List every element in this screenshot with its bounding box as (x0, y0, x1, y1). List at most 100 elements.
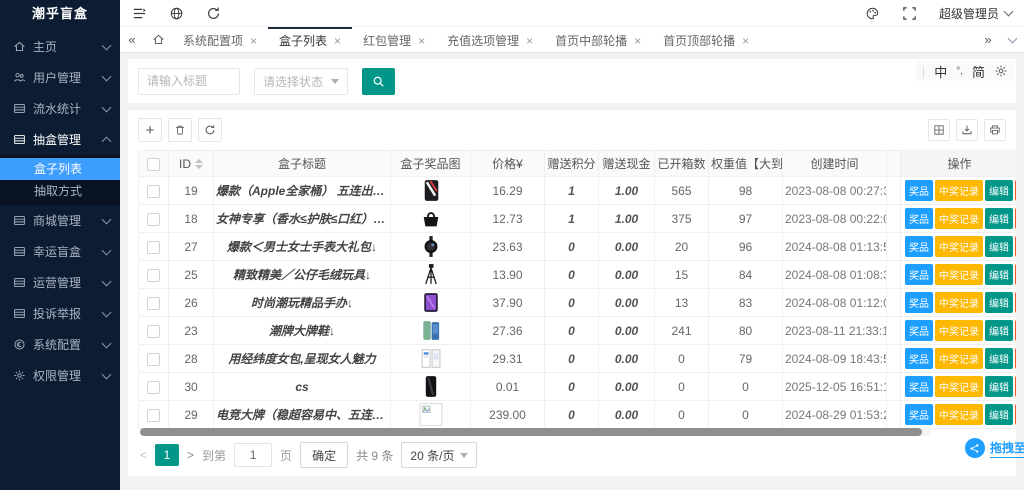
close-icon[interactable]: × (418, 35, 425, 47)
filter-columns-button[interactable] (928, 119, 950, 141)
edit-button[interactable]: 编辑 (985, 292, 1013, 313)
sidebar-item-6[interactable]: 运营管理 (0, 267, 120, 298)
admin-dropdown[interactable]: 超级管理员 (939, 5, 1012, 22)
sidebar-item-5[interactable]: 幸运盲盒 (0, 236, 120, 267)
tab-0[interactable]: 系统配置项× (172, 27, 268, 52)
current-page-button[interactable]: 1 (155, 444, 179, 466)
delete-button[interactable]: 删除 (1015, 208, 1016, 229)
lang-zh-toggle[interactable]: 中 (934, 62, 947, 81)
win-record-button[interactable]: 中奖记录 (935, 376, 983, 397)
delete-button[interactable]: 删除 (1015, 376, 1016, 397)
edit-button[interactable]: 编辑 (985, 236, 1013, 257)
prize-button[interactable]: 奖品 (905, 320, 933, 341)
home-tab[interactable] (144, 27, 172, 52)
horizontal-scrollbar[interactable] (140, 428, 930, 436)
collapse-menu-icon[interactable] (132, 6, 147, 21)
goto-page-input[interactable] (234, 443, 272, 467)
edit-button[interactable]: 编辑 (985, 320, 1013, 341)
prize-button[interactable]: 奖品 (905, 236, 933, 257)
status-select[interactable]: 请选择状态 (254, 68, 348, 95)
tab-2[interactable]: 红包管理× (352, 27, 436, 52)
prize-button[interactable]: 奖品 (905, 376, 933, 397)
win-record-button[interactable]: 中奖记录 (935, 208, 983, 229)
delete-button[interactable]: 删除 (1015, 320, 1016, 341)
reload-button[interactable] (198, 118, 222, 142)
delete-button[interactable] (168, 118, 192, 142)
tab-3[interactable]: 充值选项管理× (436, 27, 544, 52)
refresh-icon[interactable] (206, 6, 221, 21)
sidebar-item-8[interactable]: 系统配置 (0, 329, 120, 360)
row-checkbox[interactable] (147, 297, 160, 310)
theme-palette-icon[interactable] (865, 6, 880, 21)
edit-button[interactable]: 编辑 (985, 376, 1013, 397)
prize-button[interactable]: 奖品 (905, 208, 933, 229)
fullscreen-icon[interactable] (902, 6, 917, 21)
win-record-button[interactable]: 中奖记录 (935, 180, 983, 201)
close-icon[interactable]: × (742, 35, 749, 47)
sidebar-item-0[interactable]: 主页 (0, 31, 120, 62)
edit-button[interactable]: 编辑 (985, 208, 1013, 229)
prize-button[interactable]: 奖品 (905, 180, 933, 201)
sidebar-item-2[interactable]: 流水统计 (0, 93, 120, 124)
tabs-scroll-right[interactable]: » (976, 27, 1000, 52)
scrollbar-thumb[interactable] (140, 428, 922, 436)
next-page-button[interactable]: > (187, 448, 194, 462)
title-search-input[interactable] (138, 68, 240, 95)
win-record-button[interactable]: 中奖记录 (935, 236, 983, 257)
print-button[interactable] (984, 119, 1006, 141)
close-icon[interactable]: × (526, 35, 533, 47)
delete-button[interactable]: 删除 (1015, 348, 1016, 369)
win-record-button[interactable]: 中奖记录 (935, 320, 983, 341)
close-icon[interactable]: × (250, 35, 257, 47)
win-record-button[interactable]: 中奖记录 (935, 404, 983, 425)
row-checkbox[interactable] (147, 353, 160, 366)
delete-button[interactable]: 删除 (1015, 404, 1016, 425)
tab-1[interactable]: 盒子列表× (268, 27, 352, 52)
select-all-checkbox[interactable] (147, 158, 160, 171)
add-button[interactable]: + (138, 118, 162, 142)
sidebar-item-7[interactable]: 投诉举报 (0, 298, 120, 329)
export-button[interactable] (956, 119, 978, 141)
delete-button[interactable]: 删除 (1015, 236, 1016, 257)
page-size-select[interactable]: 20 条/页 (401, 442, 477, 468)
edit-button[interactable]: 编辑 (985, 404, 1013, 425)
sidebar-item-4[interactable]: 商城管理 (0, 205, 120, 236)
delete-button[interactable]: 删除 (1015, 292, 1016, 313)
row-checkbox[interactable] (147, 269, 160, 282)
delete-button[interactable]: 删除 (1015, 180, 1016, 201)
row-checkbox[interactable] (147, 381, 160, 394)
globe-icon[interactable] (169, 6, 184, 21)
tabs-menu-caret[interactable] (1000, 27, 1024, 52)
prev-page-button[interactable]: < (140, 448, 147, 462)
goto-confirm-button[interactable]: 确定 (300, 442, 348, 468)
close-icon[interactable]: × (634, 35, 641, 47)
row-checkbox[interactable] (147, 325, 160, 338)
edit-button[interactable]: 编辑 (985, 348, 1013, 369)
tabs-scroll-left[interactable]: « (120, 27, 144, 52)
delete-button[interactable]: 删除 (1015, 264, 1016, 285)
sidebar-item-3[interactable]: 抽盒管理 (0, 124, 120, 155)
close-icon[interactable]: × (334, 35, 341, 47)
prize-button[interactable]: 奖品 (905, 348, 933, 369)
sort-icon[interactable] (195, 159, 203, 169)
row-checkbox[interactable] (147, 241, 160, 254)
lang-tone-toggle[interactable]: °, (956, 66, 963, 77)
prize-button[interactable]: 奖品 (905, 292, 933, 313)
row-checkbox[interactable] (147, 185, 160, 198)
win-record-button[interactable]: 中奖记录 (935, 348, 983, 369)
prize-button[interactable]: 奖品 (905, 404, 933, 425)
edit-button[interactable]: 编辑 (985, 264, 1013, 285)
row-checkbox[interactable] (147, 409, 160, 422)
sidebar-subitem-1[interactable]: 抽取方式 (0, 180, 120, 202)
lang-simplified-toggle[interactable]: 简 (972, 62, 985, 81)
drag-upload-hint[interactable]: 拖拽至此上传 (965, 438, 1024, 458)
prize-button[interactable]: 奖品 (905, 264, 933, 285)
sidebar-item-9[interactable]: 权限管理 (0, 360, 120, 391)
win-record-button[interactable]: 中奖记录 (935, 264, 983, 285)
win-record-button[interactable]: 中奖记录 (935, 292, 983, 313)
search-button[interactable] (362, 68, 395, 95)
sidebar-item-1[interactable]: 用户管理 (0, 62, 120, 93)
tab-4[interactable]: 首页中部轮播× (544, 27, 652, 52)
settings-gear-icon[interactable] (994, 64, 1008, 78)
row-checkbox[interactable] (147, 213, 160, 226)
